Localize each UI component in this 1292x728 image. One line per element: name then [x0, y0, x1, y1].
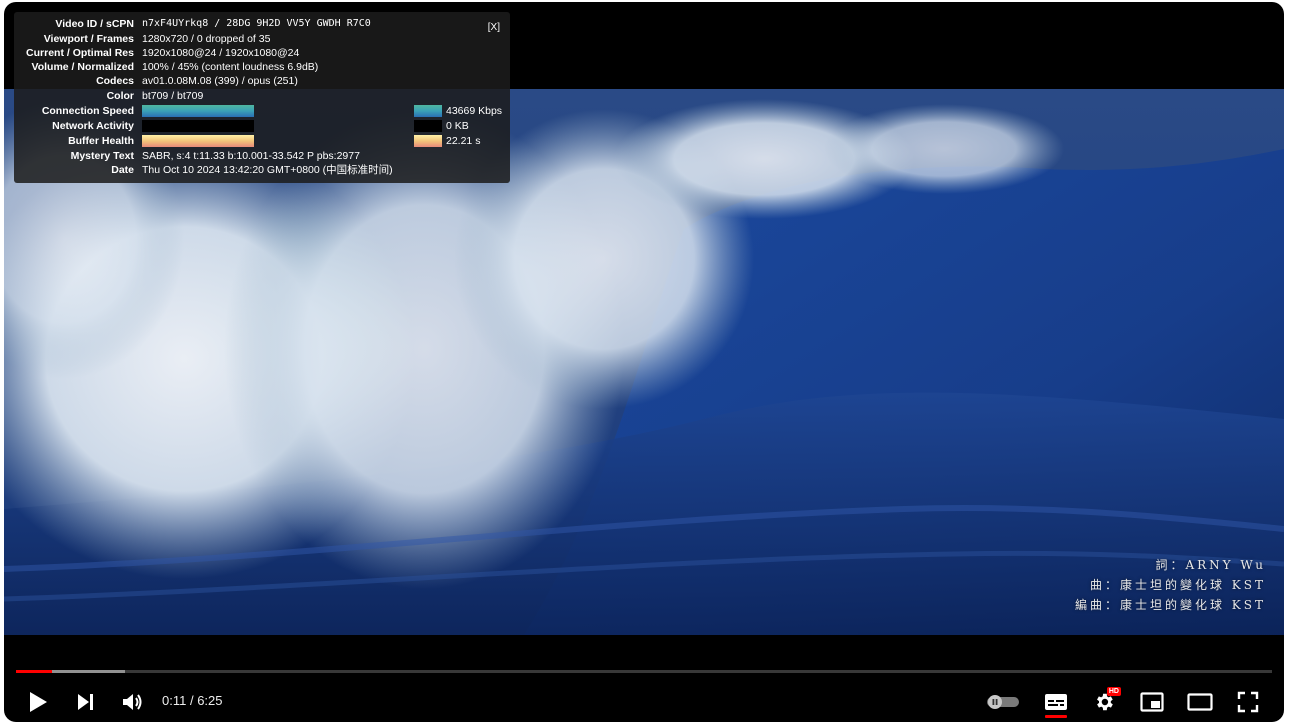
stats-label: Viewport / Frames — [43, 33, 134, 45]
play-button[interactable] — [20, 684, 56, 720]
miniplayer-icon — [1140, 692, 1164, 712]
stats-for-nerds-panel: [X] Video ID / sCPN n7xF4UYrkq8 / 28DG 9… — [14, 12, 510, 183]
hd-badge: HD — [1106, 687, 1121, 696]
stats-label: Mystery Text — [70, 150, 134, 162]
stats-value: 22.21 s — [446, 135, 481, 147]
play-icon — [30, 692, 47, 712]
stats-row-connection: Connection Speed 43669 Kbps — [14, 104, 510, 118]
time-separator: / — [186, 693, 198, 708]
stats-value: av01.0.08M.08 (399) / opus (251) — [142, 75, 298, 87]
current-time: 0:11 — [162, 693, 187, 708]
stats-value: n7xF4UYrkq8 / 28DG 9H2D VV5Y GWDH R7C0 — [142, 18, 371, 29]
next-button[interactable] — [68, 684, 104, 720]
stats-label: Video ID / sCPN — [55, 18, 134, 30]
credit-music: 曲：康士坦的變化球 KST — [1089, 578, 1266, 592]
stats-value: 43669 Kbps — [446, 105, 503, 117]
video-player[interactable]: 詞：ARNY Wu 曲：康士坦的變化球 KST 編曲：康士坦的變化球 KST [… — [4, 2, 1284, 722]
stats-label: Color — [106, 90, 134, 102]
stats-row-buffer: Buffer Health 22.21 s — [14, 134, 510, 148]
stats-value: 0 KB — [446, 120, 469, 132]
progress-bar[interactable] — [16, 670, 1272, 673]
miniplayer-button[interactable] — [1134, 684, 1170, 720]
theater-mode-button[interactable] — [1182, 684, 1218, 720]
skip-next-icon — [78, 694, 93, 710]
stats-close-button[interactable]: [X] — [488, 22, 500, 33]
autoplay-toggle-icon — [987, 695, 1019, 709]
mute-button[interactable] — [115, 684, 151, 720]
stats-row-network: Network Activity 0 KB — [14, 119, 510, 133]
autoplay-toggle[interactable] — [985, 684, 1021, 720]
credit-lyrics: 詞：ARNY Wu — [1155, 558, 1266, 572]
theater-mode-icon — [1187, 693, 1213, 711]
stats-label: Current / Optimal Res — [26, 47, 134, 59]
stats-label: Network Activity — [52, 120, 134, 132]
stats-label: Connection Speed — [41, 105, 134, 117]
stats-value: 1280x720 / 0 dropped of 35 — [142, 33, 271, 45]
buffer-health-graph — [142, 135, 254, 147]
network-activity-graph — [142, 120, 254, 132]
settings-button[interactable]: HD — [1086, 684, 1122, 720]
subtitles-icon — [1045, 694, 1067, 710]
stats-value: bt709 / bt709 — [142, 90, 204, 102]
credits-overlay: 詞：ARNY Wu 曲：康士坦的變化球 KST 編曲：康士坦的變化球 KST — [1075, 555, 1266, 615]
connection-speed-swatch — [414, 105, 442, 117]
credit-arrangement: 編曲：康士坦的變化球 KST — [1074, 598, 1266, 612]
stats-value: 100% / 45% (content loudness 6.9dB) — [142, 61, 319, 73]
fullscreen-icon — [1237, 691, 1259, 713]
volume-icon — [123, 694, 142, 710]
buffer-health-swatch — [414, 135, 442, 147]
network-activity-swatch — [414, 120, 442, 132]
progress-played — [16, 670, 53, 673]
stats-value: 1920x1080@24 / 1920x1080@24 — [142, 47, 300, 59]
stats-value: SABR, s:4 t:11.33 b:10.001-33.542 P pbs:… — [142, 150, 360, 162]
subtitles-active-indicator — [1045, 715, 1067, 718]
stats-value: Thu Oct 10 2024 13:42:20 GMT+0800 (中国标准时… — [142, 164, 393, 176]
stats-label: Codecs — [96, 75, 134, 87]
stats-label: Volume / Normalized — [31, 61, 135, 73]
time-display: 0:11 / 6:25 — [162, 691, 223, 711]
stats-label: Buffer Health — [68, 135, 134, 147]
duration: 6:25 — [197, 693, 223, 708]
player-controls: 0:11 / 6:25 HD — [4, 662, 1284, 722]
stats-label: Date — [111, 164, 134, 176]
connection-speed-graph — [142, 105, 254, 117]
subtitles-button[interactable] — [1038, 684, 1074, 720]
fullscreen-button[interactable] — [1230, 684, 1266, 720]
